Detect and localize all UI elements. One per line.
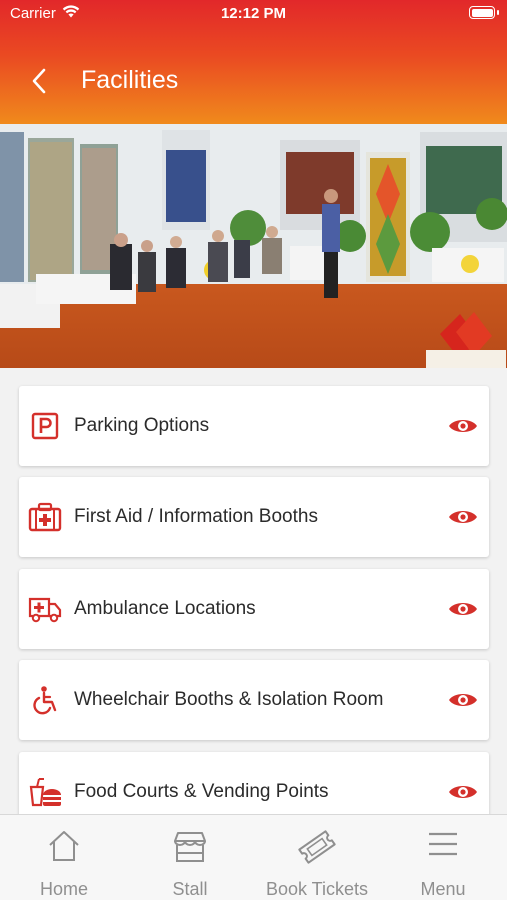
hero-photo <box>0 124 507 368</box>
ambulance-icon <box>27 591 63 627</box>
food-court-icon <box>27 774 63 810</box>
tab-menu[interactable]: Menu <box>380 815 506 900</box>
battery-icon <box>469 6 499 19</box>
tab-label: Home <box>39 879 88 899</box>
tab-book-tickets[interactable]: Book Tickets <box>254 815 380 900</box>
facility-label: Ambulance Locations <box>74 598 256 619</box>
facility-card-first-aid[interactable]: First Aid / Information Booths <box>19 477 489 557</box>
facility-card-food-court[interactable]: Food Courts & Vending Points <box>19 752 489 814</box>
wheelchair-icon <box>27 682 63 718</box>
eye-icon[interactable] <box>447 501 479 533</box>
facility-card-parking[interactable]: Parking Options <box>19 386 489 466</box>
ticket-icon <box>254 829 380 869</box>
facility-card-wheelchair[interactable]: Wheelchair Booths & Isolation Room <box>19 660 489 740</box>
bottom-tab-bar: Home Stall Book Tickets Menu <box>0 814 507 900</box>
first-aid-icon <box>27 499 63 535</box>
app-header: Carrier 12:12 PM Facilities <box>0 0 507 124</box>
parking-icon <box>27 408 63 444</box>
chevron-left-icon <box>32 68 46 94</box>
home-icon <box>1 829 127 869</box>
eye-icon[interactable] <box>447 410 479 442</box>
back-button[interactable] <box>22 64 56 98</box>
facility-card-ambulance[interactable]: Ambulance Locations <box>19 569 489 649</box>
status-bar: Carrier 12:12 PM <box>0 0 507 28</box>
menu-icon <box>380 829 506 869</box>
facility-label: Food Courts & Vending Points <box>74 781 329 802</box>
eye-icon[interactable] <box>447 776 479 808</box>
facilities-list: Parking Options First Aid / Information … <box>0 368 507 814</box>
eye-icon[interactable] <box>447 684 479 716</box>
tab-home[interactable]: Home <box>1 815 127 900</box>
tab-label: Menu <box>420 879 466 899</box>
tab-stall[interactable]: Stall <box>127 815 253 900</box>
stall-icon <box>127 829 253 869</box>
page-title: Facilities <box>81 66 179 94</box>
facility-label: First Aid / Information Booths <box>74 506 318 527</box>
facility-label: Parking Options <box>74 415 210 436</box>
tab-label: Book Tickets <box>265 879 369 899</box>
eye-icon[interactable] <box>447 593 479 625</box>
facility-label: Wheelchair Booths & Isolation Room <box>74 689 384 710</box>
nav-bar: Facilities <box>0 56 507 106</box>
tab-label: Stall <box>172 879 208 899</box>
status-time: 12:12 PM <box>220 5 287 22</box>
